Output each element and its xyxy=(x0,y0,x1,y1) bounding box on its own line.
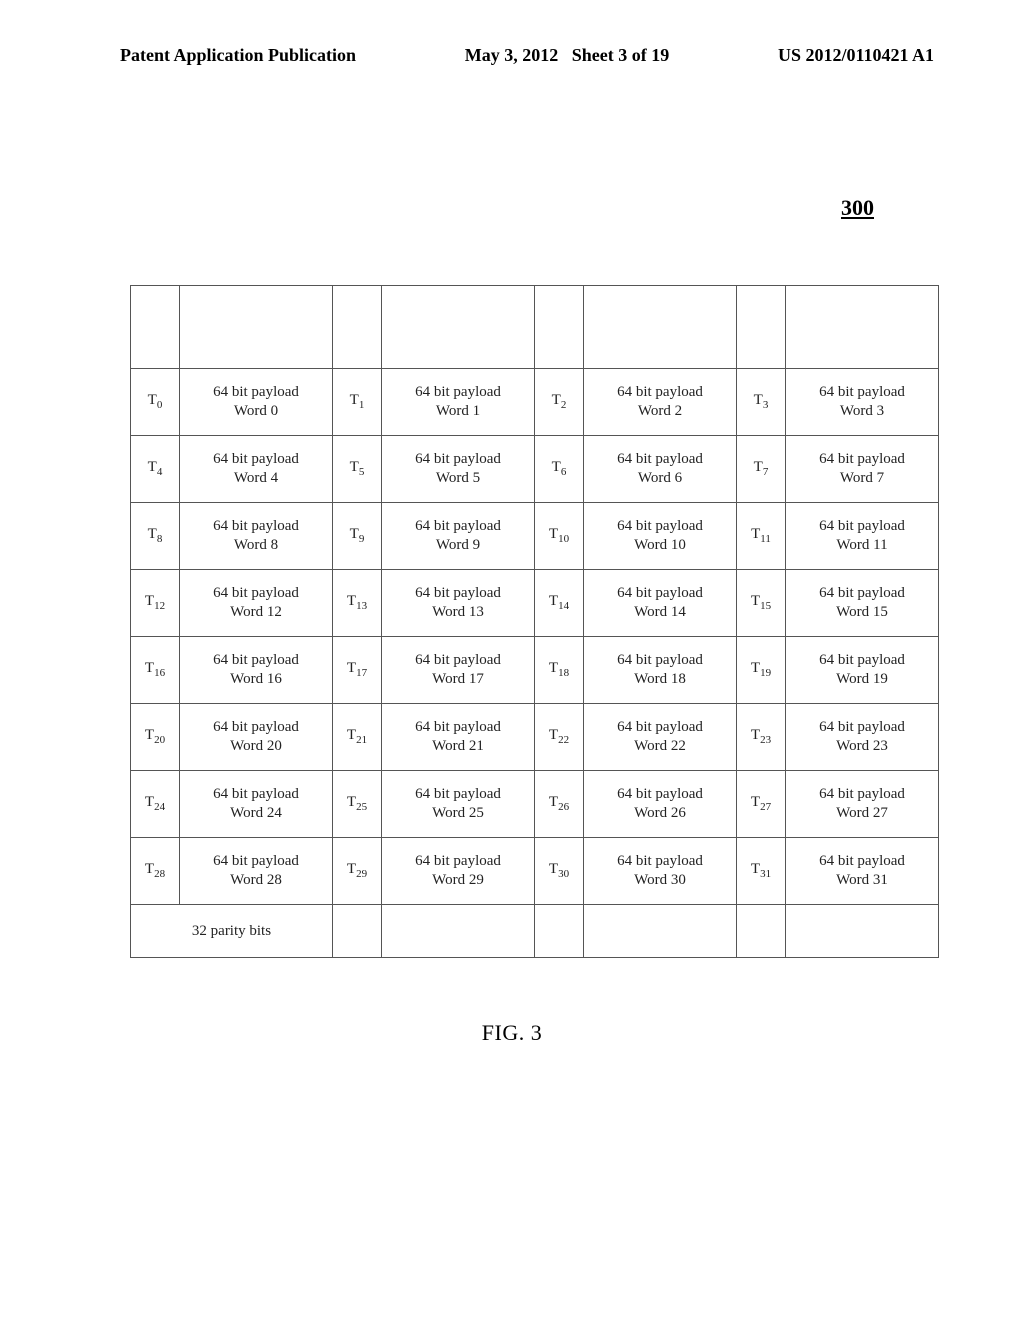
payload-cell: 64 bit payloadWord 19 xyxy=(786,637,939,704)
t-label: T13 xyxy=(333,570,382,637)
t-label: T17 xyxy=(333,637,382,704)
t-label: T0 xyxy=(131,369,180,436)
t-label: T11 xyxy=(737,503,786,570)
payload-cell: 64 bit payloadWord 23 xyxy=(786,704,939,771)
payload-cell: 64 bit payloadWord 28 xyxy=(180,838,333,905)
t-label: T4 xyxy=(131,436,180,503)
figure-reference-number: 300 xyxy=(841,195,874,221)
payload-cell: 64 bit payloadWord 18 xyxy=(584,637,737,704)
header-center: May 3, 2012 Sheet 3 of 19 xyxy=(465,45,670,66)
payload-table: T064 bit payloadWord 0T164 bit payloadWo… xyxy=(130,285,939,958)
t-label: T18 xyxy=(535,637,584,704)
payload-cell: 64 bit payloadWord 20 xyxy=(180,704,333,771)
t-label: T25 xyxy=(333,771,382,838)
header-blank-payload xyxy=(382,286,535,369)
payload-cell: 64 bit payloadWord 14 xyxy=(584,570,737,637)
t-label: T10 xyxy=(535,503,584,570)
header-right: US 2012/0110421 A1 xyxy=(778,45,934,66)
header-blank-t xyxy=(333,286,382,369)
footer-blank-payload xyxy=(786,905,939,958)
t-label: T12 xyxy=(131,570,180,637)
t-label: T28 xyxy=(131,838,180,905)
t-label: T5 xyxy=(333,436,382,503)
payload-cell: 64 bit payloadWord 21 xyxy=(382,704,535,771)
t-label: T16 xyxy=(131,637,180,704)
t-label: T15 xyxy=(737,570,786,637)
payload-cell: 64 bit payloadWord 17 xyxy=(382,637,535,704)
t-label: T1 xyxy=(333,369,382,436)
payload-cell: 64 bit payloadWord 9 xyxy=(382,503,535,570)
payload-table-wrap: T064 bit payloadWord 0T164 bit payloadWo… xyxy=(130,285,898,958)
payload-cell: 64 bit payloadWord 24 xyxy=(180,771,333,838)
t-label: T31 xyxy=(737,838,786,905)
payload-cell: 64 bit payloadWord 12 xyxy=(180,570,333,637)
header-blank-payload xyxy=(180,286,333,369)
t-label: T26 xyxy=(535,771,584,838)
header-blank-t xyxy=(535,286,584,369)
payload-cell: 64 bit payloadWord 11 xyxy=(786,503,939,570)
payload-cell: 64 bit payloadWord 27 xyxy=(786,771,939,838)
payload-cell: 64 bit payloadWord 30 xyxy=(584,838,737,905)
payload-cell: 64 bit payloadWord 0 xyxy=(180,369,333,436)
payload-cell: 64 bit payloadWord 2 xyxy=(584,369,737,436)
parity-cell: 32 parity bits xyxy=(131,905,333,958)
footer-blank-payload xyxy=(382,905,535,958)
payload-cell: 64 bit payloadWord 22 xyxy=(584,704,737,771)
t-label: T24 xyxy=(131,771,180,838)
figure-caption: FIG. 3 xyxy=(0,1020,1024,1046)
payload-cell: 64 bit payloadWord 26 xyxy=(584,771,737,838)
t-label: T3 xyxy=(737,369,786,436)
payload-cell: 64 bit payloadWord 7 xyxy=(786,436,939,503)
payload-cell: 64 bit payloadWord 15 xyxy=(786,570,939,637)
payload-cell: 64 bit payloadWord 3 xyxy=(786,369,939,436)
t-label: T9 xyxy=(333,503,382,570)
footer-blank-t xyxy=(333,905,382,958)
payload-cell: 64 bit payloadWord 8 xyxy=(180,503,333,570)
footer-blank-payload xyxy=(584,905,737,958)
header-left: Patent Application Publication xyxy=(120,45,356,66)
payload-cell: 64 bit payloadWord 1 xyxy=(382,369,535,436)
t-label: T6 xyxy=(535,436,584,503)
t-label: T23 xyxy=(737,704,786,771)
t-label: T30 xyxy=(535,838,584,905)
header-blank-t xyxy=(737,286,786,369)
t-label: T7 xyxy=(737,436,786,503)
payload-cell: 64 bit payloadWord 31 xyxy=(786,838,939,905)
payload-cell: 64 bit payloadWord 6 xyxy=(584,436,737,503)
payload-cell: 64 bit payloadWord 16 xyxy=(180,637,333,704)
t-label: T22 xyxy=(535,704,584,771)
t-label: T29 xyxy=(333,838,382,905)
footer-blank-t xyxy=(535,905,584,958)
payload-cell: 64 bit payloadWord 13 xyxy=(382,570,535,637)
header-blank-payload xyxy=(786,286,939,369)
t-label: T21 xyxy=(333,704,382,771)
footer-blank-t xyxy=(737,905,786,958)
t-label: T19 xyxy=(737,637,786,704)
t-label: T20 xyxy=(131,704,180,771)
t-label: T14 xyxy=(535,570,584,637)
payload-cell: 64 bit payloadWord 29 xyxy=(382,838,535,905)
t-label: T8 xyxy=(131,503,180,570)
payload-cell: 64 bit payloadWord 25 xyxy=(382,771,535,838)
header-blank-t xyxy=(131,286,180,369)
payload-cell: 64 bit payloadWord 10 xyxy=(584,503,737,570)
t-label: T2 xyxy=(535,369,584,436)
page-header: Patent Application Publication May 3, 20… xyxy=(0,0,1024,66)
payload-cell: 64 bit payloadWord 5 xyxy=(382,436,535,503)
payload-cell: 64 bit payloadWord 4 xyxy=(180,436,333,503)
t-label: T27 xyxy=(737,771,786,838)
header-blank-payload xyxy=(584,286,737,369)
